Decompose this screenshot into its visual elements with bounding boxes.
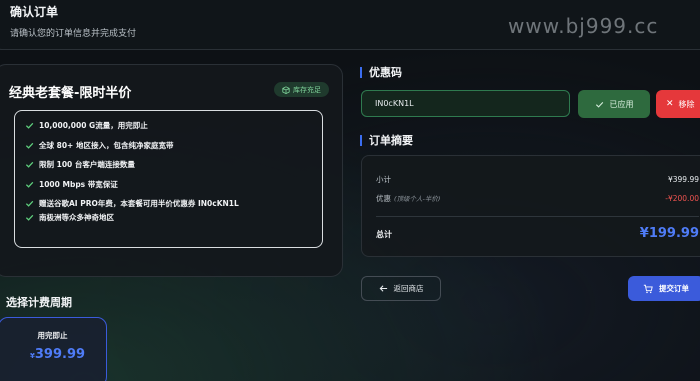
subtotal-row: 小计 ¥399.99 <box>376 174 699 185</box>
coupon-section-title: 优惠码 <box>360 67 402 78</box>
remove-label: 移除 <box>678 99 695 109</box>
coupon-input[interactable] <box>361 90 570 117</box>
feature-item: 南极洲等众多神奇地区 <box>25 211 322 224</box>
billing-period-title: 选择计费周期 <box>6 296 72 309</box>
feature-item: 限制 100 台客户端连接数量 <box>25 158 322 171</box>
check-icon <box>25 162 34 168</box>
period-price: ¥399.99 <box>30 347 85 362</box>
check-icon <box>25 201 34 208</box>
submit-label: 提交订单 <box>659 284 689 293</box>
cart-icon <box>643 284 653 293</box>
feature-text: 10,000,000 G流量，用完即止 <box>39 121 148 130</box>
total-value: ¥199.99 <box>639 226 699 241</box>
check-icon <box>595 101 603 108</box>
feature-item: 10,000,000 G流量，用完即止 <box>25 119 322 132</box>
check-icon <box>25 215 34 222</box>
plan-title: 经典老套餐-限时半价 <box>9 86 132 101</box>
check-icon <box>25 142 34 149</box>
feature-text: 赠送谷歌AI PRO年费，本套餐可用半价优惠券 IN0cKN1L <box>39 199 239 209</box>
total-row: 总计 ¥199.99 <box>376 226 699 241</box>
page-title: 确认订单 <box>10 5 59 19</box>
subtotal-value: ¥399.99 <box>667 175 699 184</box>
feature-text: 1000 Mbps 带宽保证 <box>39 179 118 189</box>
feature-text: 南极洲等众多神奇地区 <box>39 213 114 223</box>
watermark: www.bj999.cc <box>508 14 659 38</box>
subtotal-label: 小计 <box>376 175 391 184</box>
coupon-applied-button[interactable]: 已应用 <box>578 90 650 118</box>
discount-label: 优惠 <box>376 194 391 203</box>
plan-card: 经典老套餐-限时半价 库存充足 10,000,000 G流量，用完即止 全球 8… <box>0 64 343 277</box>
applied-label: 已应用 <box>609 99 634 109</box>
submit-order-button[interactable]: 提交订单 <box>628 276 700 301</box>
order-summary-card: 小计 ¥399.99 优惠 (顶级个人-半价) -¥200.00 总计 ¥199.… <box>361 155 700 257</box>
discount-value: -¥200.00 <box>665 194 699 203</box>
box-icon <box>282 85 290 94</box>
stock-badge: 库存充足 <box>274 82 329 97</box>
summary-section-title: 订单摘要 <box>360 135 413 146</box>
feature-text: 全球 80+ 地区接入，包含纯净家庭宽带 <box>39 140 174 150</box>
discount-row: 优惠 (顶级个人-半价) -¥200.00 <box>376 193 699 204</box>
billing-period-option[interactable]: 用完即止 ¥399.99 <box>0 317 107 381</box>
feature-item: 赠送谷歌AI PRO年费，本套餐可用半价优惠券 IN0cKN1L <box>25 197 322 210</box>
check-icon <box>25 122 34 129</box>
feature-item: 1000 Mbps 带宽保证 <box>25 178 322 191</box>
total-label: 总计 <box>376 230 392 239</box>
period-price-value: 399.99 <box>34 347 86 362</box>
stock-badge-label: 库存充足 <box>293 85 321 94</box>
features-list: 10,000,000 G流量，用完即止 全球 80+ 地区接入，包含纯净家庭宽带… <box>14 110 323 248</box>
page-subtitle: 请确认您的订单信息并完成支付 <box>10 29 137 39</box>
back-label: 返回商店 <box>393 284 424 293</box>
arrow-left-icon <box>379 285 387 292</box>
feature-text: 限制 100 台客户端连接数量 <box>39 160 135 170</box>
check-icon <box>25 181 34 188</box>
close-icon: ✕ <box>666 99 674 109</box>
period-label: 用完即止 <box>37 331 68 340</box>
coupon-remove-button[interactable]: ✕ 移除 <box>656 90 700 118</box>
feature-item: 全球 80+ 地区接入，包含纯净家庭宽带 <box>25 139 322 152</box>
summary-divider <box>376 216 699 217</box>
discount-note: (顶级个人-半价) <box>394 195 441 203</box>
back-to-store-button[interactable]: 返回商店 <box>361 276 441 301</box>
